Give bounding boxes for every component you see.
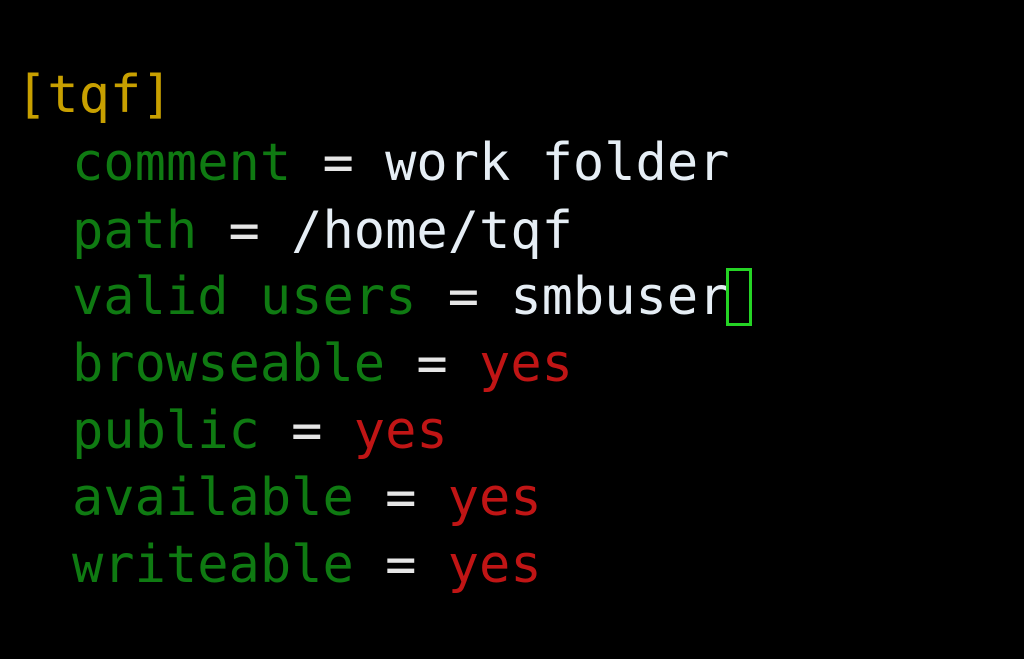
config-line-available: available = yes: [16, 465, 542, 531]
equals-operator: =: [322, 133, 354, 193]
config-value: work folder: [385, 133, 730, 193]
equals-operator: =: [385, 468, 417, 528]
config-line-writeable: writeable = yes: [16, 532, 542, 598]
section-header-line: [tqf]: [16, 62, 173, 128]
config-key: writeable: [72, 535, 354, 595]
equals-operator: =: [385, 535, 417, 595]
config-value-boolean: yes: [447, 468, 542, 528]
equals-operator: =: [416, 334, 448, 394]
config-key: valid users: [72, 267, 417, 327]
equals-operator: =: [447, 267, 479, 327]
config-line-path: path = /home/tqf: [16, 198, 573, 264]
config-line-comment: comment = work folder: [16, 130, 729, 196]
config-key: comment: [72, 133, 292, 193]
config-key: available: [72, 468, 354, 528]
config-key: path: [72, 201, 198, 261]
equals-operator: =: [291, 401, 323, 461]
config-value: /home/tqf: [291, 201, 573, 261]
config-key: browseable: [72, 334, 386, 394]
text-cursor: [726, 268, 752, 326]
config-line-browseable: browseable = yes: [16, 331, 573, 397]
config-key: public: [72, 401, 260, 461]
config-value-boolean: yes: [353, 401, 448, 461]
equals-operator: =: [228, 201, 260, 261]
config-value: smbuser: [510, 267, 730, 327]
config-line-public: public = yes: [16, 398, 448, 464]
config-value-boolean: yes: [479, 334, 573, 394]
section-header: [tqf]: [16, 65, 173, 125]
config-value-boolean: yes: [447, 535, 542, 595]
config-line-valid-users: valid users = smbuser: [16, 264, 729, 330]
terminal-editor[interactable]: [tqf] comment = work folder path = /home…: [0, 0, 1024, 659]
